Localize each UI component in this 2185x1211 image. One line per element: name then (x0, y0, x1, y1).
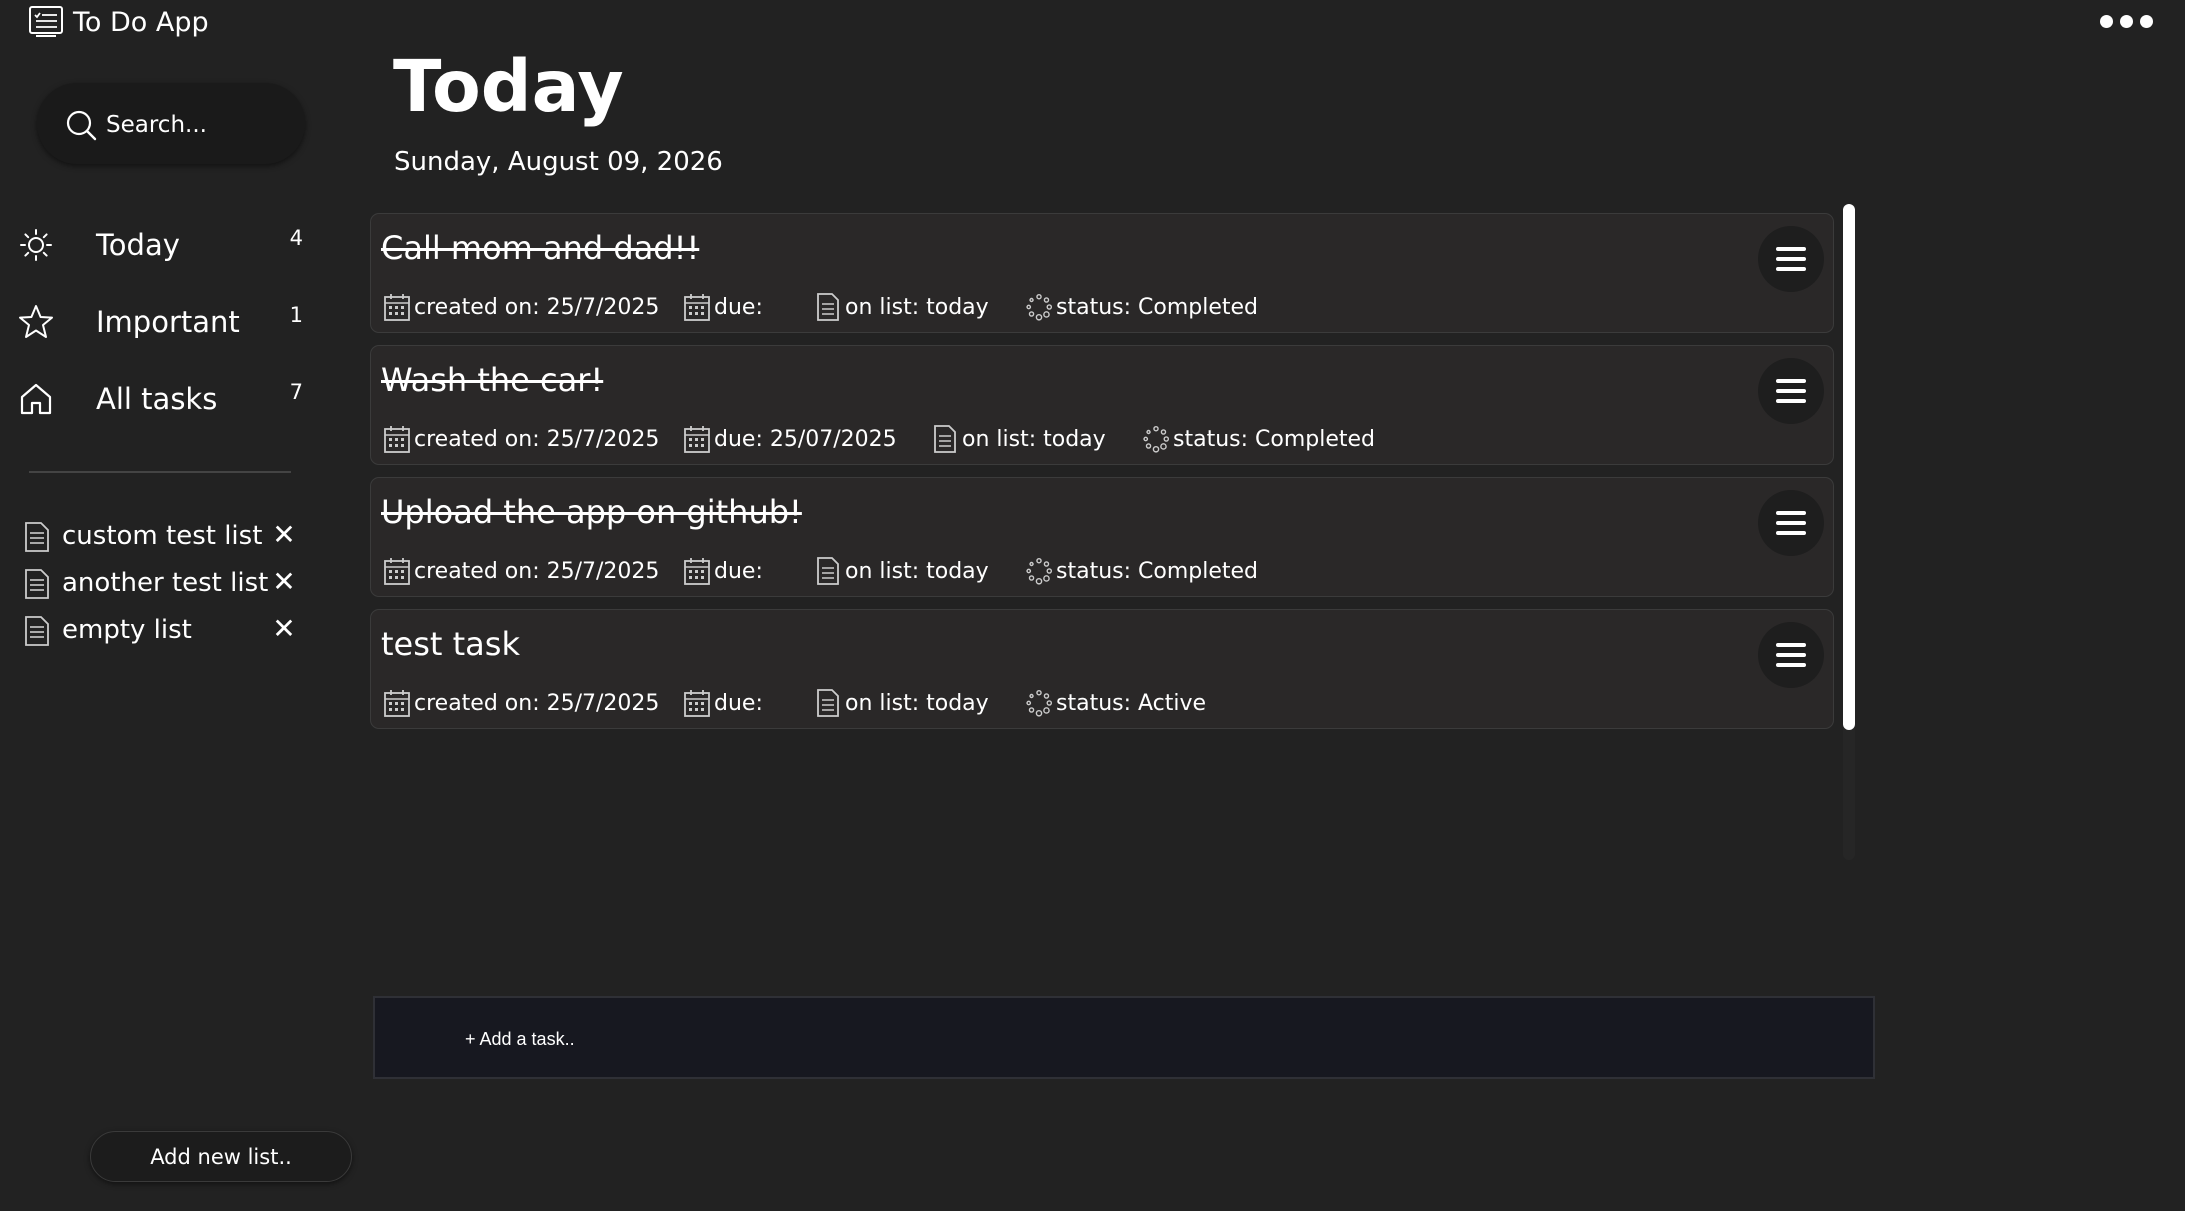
task-due-text: due: (714, 294, 763, 320)
nav-label: Important (96, 305, 240, 339)
document-icon (817, 689, 839, 717)
status-spinner-icon (1026, 293, 1053, 321)
calendar-icon (384, 690, 410, 717)
task-due: due: (683, 686, 763, 720)
nav-count: 1 (289, 303, 303, 327)
task-status-text: status: Completed (1056, 558, 1258, 584)
list-item-custom-test-list[interactable]: custom test list ✕ (22, 514, 302, 558)
task-status-text: status: Completed (1056, 294, 1258, 320)
home-icon (20, 383, 52, 415)
document-icon (25, 616, 49, 646)
calendar-icon (384, 558, 410, 585)
task-created-text: created on: 25/7/2025 (414, 690, 660, 716)
task-due-text: due: (714, 558, 763, 584)
search-input[interactable] (106, 108, 296, 142)
calendar-icon (384, 294, 410, 321)
task-card[interactable]: test task created on: 25/7/2025 due: on … (370, 609, 1834, 729)
task-menu-button[interactable] (1758, 622, 1824, 688)
add-task-bar[interactable] (373, 996, 1875, 1079)
star-icon (19, 305, 53, 338)
task-created-text: created on: 25/7/2025 (414, 294, 660, 320)
calendar-icon (684, 294, 710, 321)
nav-label: Today (96, 228, 180, 262)
task-created: created on: 25/7/2025 (383, 422, 659, 456)
nav-item-important[interactable]: Important 1 (18, 292, 308, 352)
checklist-window-icon (29, 6, 63, 37)
sidebar-divider (29, 471, 291, 473)
task-created: created on: 25/7/2025 (383, 686, 659, 720)
task-created-text: created on: 25/7/2025 (414, 558, 660, 584)
list-label: empty list (62, 615, 192, 645)
calendar-icon (684, 690, 710, 717)
task-list: on list: today (814, 686, 989, 720)
nav-item-all-tasks[interactable]: All tasks 7 (18, 369, 308, 429)
task-status-text: status: Completed (1173, 426, 1375, 452)
task-created: created on: 25/7/2025 (383, 554, 659, 588)
task-list-text: on list: today (845, 294, 989, 320)
task-list: on list: today (931, 422, 1106, 456)
nav-count: 7 (289, 380, 303, 404)
more-horizontal-icon[interactable] (2100, 10, 2162, 32)
task-due-text: due: (714, 690, 763, 716)
task-list: on list: today (814, 554, 989, 588)
document-icon (817, 557, 839, 585)
task-status: status: Active (1025, 686, 1206, 720)
calendar-icon (684, 558, 710, 585)
list-item-empty-list[interactable]: empty list ✕ (22, 608, 302, 652)
title-bar: To Do App (0, 0, 2185, 44)
list-label: custom test list (62, 521, 263, 551)
document-icon (934, 425, 956, 453)
nav-count: 4 (289, 226, 303, 250)
task-due: due: (683, 554, 763, 588)
task-due: due: 25/07/2025 (683, 422, 897, 456)
task-title: Upload the app on github! (381, 493, 802, 531)
task-status: status: Completed (1025, 554, 1258, 588)
remove-list-button[interactable]: ✕ (268, 612, 300, 646)
task-status-text: status: Active (1056, 690, 1207, 716)
task-menu-button[interactable] (1758, 358, 1824, 424)
task-title: Wash the car! (381, 361, 604, 399)
task-card[interactable]: Upload the app on github! created on: 25… (370, 477, 1834, 597)
page-title: Today (393, 45, 624, 128)
search-icon (66, 110, 97, 141)
task-card[interactable]: Wash the car! created on: 25/7/2025 due:… (370, 345, 1834, 465)
app-title: To Do App (73, 7, 209, 38)
nav-item-today[interactable]: Today 4 (18, 215, 308, 275)
task-list: on list: today (814, 290, 989, 324)
status-spinner-icon (1026, 557, 1053, 585)
list-item-another-test-list[interactable]: another test list ✕ (22, 561, 302, 605)
remove-list-button[interactable]: ✕ (268, 518, 300, 552)
task-status: status: Completed (1142, 422, 1375, 456)
task-created-text: created on: 25/7/2025 (414, 426, 660, 452)
task-due-text: due: 25/07/2025 (714, 426, 897, 452)
status-spinner-icon (1026, 689, 1053, 717)
page-date: Sunday, August 09, 2026 (394, 147, 723, 177)
status-spinner-icon (1143, 425, 1170, 453)
calendar-icon (684, 426, 710, 453)
remove-list-button[interactable]: ✕ (268, 565, 300, 599)
nav-label: All tasks (96, 382, 218, 416)
task-title: Call mom and dad!! (381, 229, 700, 267)
add-new-list-button[interactable]: Add new list.. (90, 1131, 352, 1182)
task-card[interactable]: Call mom and dad!! created on: 25/7/2025… (370, 213, 1834, 333)
document-icon (25, 522, 49, 552)
scrollbar-thumb[interactable] (1843, 204, 1855, 730)
document-icon (817, 293, 839, 321)
task-menu-button[interactable] (1758, 490, 1824, 556)
task-list-text: on list: today (845, 690, 989, 716)
task-list-text: on list: today (962, 426, 1106, 452)
task-created: created on: 25/7/2025 (383, 290, 659, 324)
calendar-icon (384, 426, 410, 453)
task-title: test task (381, 625, 520, 663)
task-list-text: on list: today (845, 558, 989, 584)
document-icon (25, 569, 49, 599)
task-status: status: Completed (1025, 290, 1258, 324)
add-task-input[interactable] (465, 1022, 1265, 1056)
list-label: another test list (62, 568, 269, 598)
task-menu-button[interactable] (1758, 226, 1824, 292)
sun-icon (20, 229, 52, 261)
task-due: due: (683, 290, 763, 324)
